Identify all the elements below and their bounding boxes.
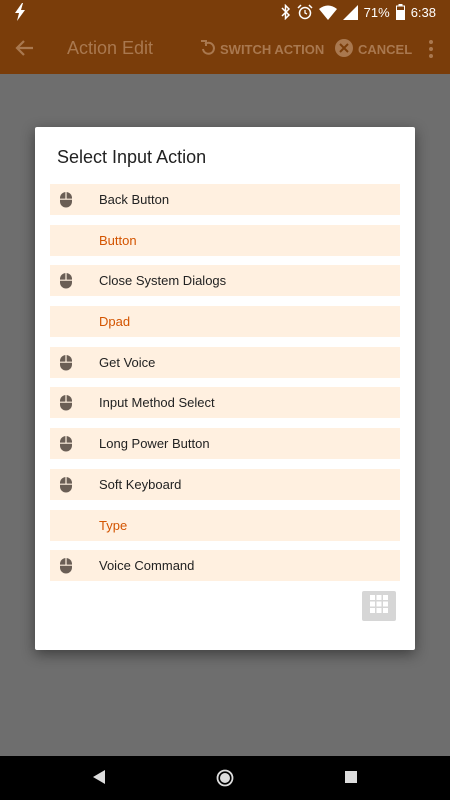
cancel-icon xyxy=(334,38,354,61)
list-item-label: Dpad xyxy=(99,314,131,330)
list-item-label: Input Method Select xyxy=(99,395,215,411)
mouse-icon xyxy=(59,354,73,371)
battery-percent: 71% xyxy=(363,4,390,20)
list-item[interactable]: Get Voice xyxy=(50,346,400,378)
system-nav-bar xyxy=(0,756,450,800)
nav-home-icon[interactable] xyxy=(216,769,234,792)
nav-back-icon[interactable] xyxy=(92,769,106,790)
battery-icon xyxy=(395,4,405,20)
wifi-icon xyxy=(318,5,337,20)
list-item[interactable]: Long Power Button xyxy=(50,428,400,460)
mouse-icon xyxy=(59,191,73,208)
clock-time: 6:38 xyxy=(410,4,436,20)
mouse-icon xyxy=(59,435,73,452)
list-item[interactable]: Soft Keyboard xyxy=(50,468,400,500)
mouse-icon xyxy=(59,272,73,289)
alarm-icon xyxy=(297,4,313,20)
back-arrow-icon[interactable] xyxy=(14,37,36,64)
select-input-action-dialog: Select Input Action Back Button Button Clo… xyxy=(35,127,415,650)
page-title: Action Edit xyxy=(67,38,154,58)
category-header[interactable]: Type xyxy=(50,509,400,541)
cancel-button[interactable]: CANCEL xyxy=(334,38,413,61)
signal-icon xyxy=(342,4,358,20)
bolt-icon xyxy=(14,3,26,26)
list-item-label: Get Voice xyxy=(99,354,156,370)
grid-icon xyxy=(370,594,388,618)
list-item-label: Soft Keyboard xyxy=(99,476,182,492)
nav-recents-icon[interactable] xyxy=(344,769,358,790)
refresh-icon xyxy=(200,39,216,60)
bluetooth-icon xyxy=(281,4,291,20)
mouse-icon xyxy=(59,476,73,493)
list-item-label: Voice Command xyxy=(99,558,195,574)
list-item-label: Long Power Button xyxy=(99,436,210,452)
status-icons: 71% 6:38 xyxy=(281,3,436,21)
switch-action-label: SWITCH ACTION xyxy=(220,41,325,57)
mouse-icon xyxy=(59,557,73,574)
list-item[interactable]: Input Method Select xyxy=(50,387,400,419)
dialog-title: Select Input Action xyxy=(57,147,207,167)
more-vert-icon[interactable] xyxy=(428,39,434,64)
list-item[interactable]: Back Button xyxy=(50,184,400,215)
category-header[interactable]: Button xyxy=(50,224,400,256)
list-item[interactable]: Close System Dialogs xyxy=(50,265,400,297)
list-item-label: Button xyxy=(99,232,137,248)
app-bar: Action Edit SWITCH ACTION CANCEL xyxy=(0,24,450,74)
grid-view-button[interactable] xyxy=(362,591,396,621)
list-item[interactable]: Voice Command xyxy=(50,550,400,582)
mouse-icon xyxy=(59,394,73,411)
list-item-label: Back Button xyxy=(99,192,170,207)
list-item-label: Close System Dialogs xyxy=(99,273,227,289)
action-list: Back Button Button Close System Dialogs Dpa… xyxy=(50,184,400,591)
category-header[interactable]: Dpad xyxy=(50,306,400,338)
cancel-label: CANCEL xyxy=(358,41,413,57)
status-bar: 71% 6:38 xyxy=(0,0,450,24)
switch-action-button[interactable]: SWITCH ACTION xyxy=(200,39,324,59)
list-item-label: Type xyxy=(99,517,128,533)
